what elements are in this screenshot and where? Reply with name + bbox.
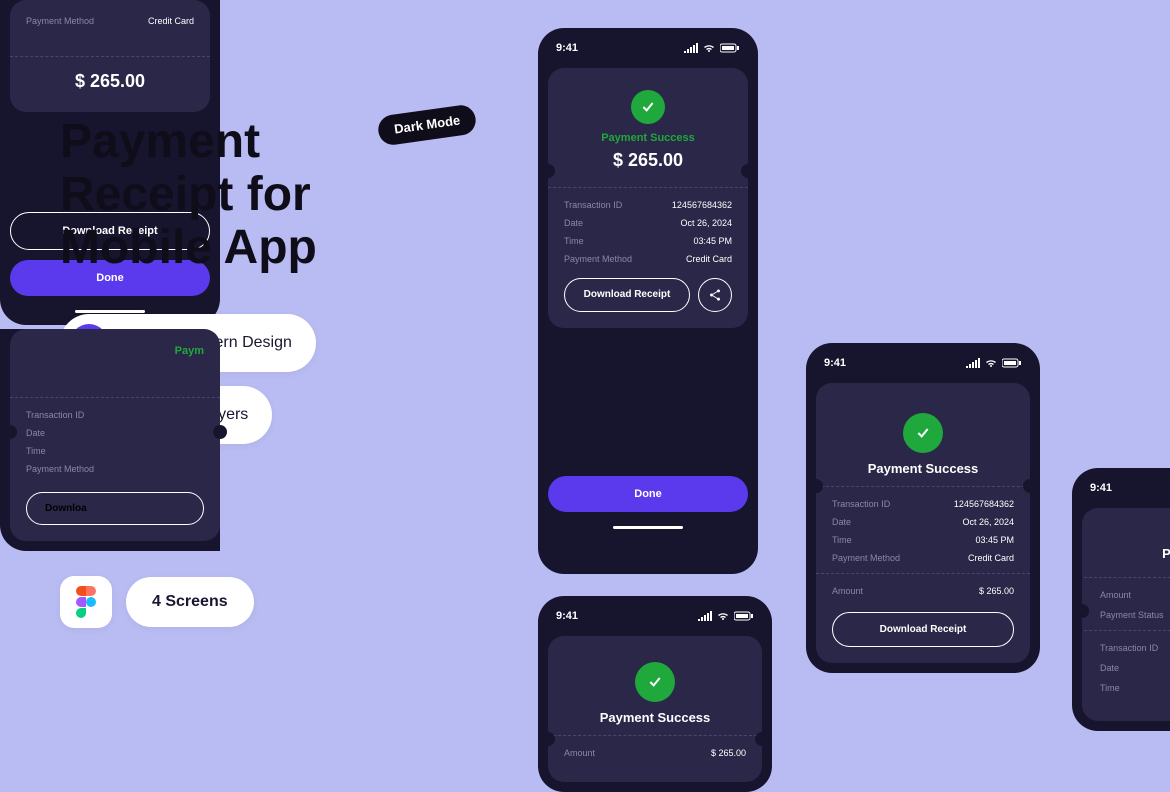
- battery-icon: [720, 43, 740, 53]
- payment-success-label: Payment Success: [832, 461, 1014, 476]
- download-receipt-button[interactable]: Downloa: [26, 492, 204, 525]
- phone-mockup-main: 9:41 Payment Success $ 265.00 Transactio…: [538, 28, 758, 574]
- download-receipt-button[interactable]: Download Receipt: [564, 278, 690, 312]
- signal-icon: [698, 611, 712, 621]
- row-value: Oct 26, 2024: [680, 218, 732, 228]
- divider: [1084, 630, 1170, 631]
- success-check-icon: [635, 662, 675, 702]
- row-key: Transaction ID: [1100, 643, 1158, 653]
- statusbar-time: 9:41: [556, 610, 578, 622]
- home-indicator: [613, 526, 683, 529]
- row-key: Time: [832, 535, 852, 545]
- row-value: Credit Card: [968, 553, 1014, 563]
- battery-icon: [1002, 358, 1022, 368]
- row-key: Date: [1100, 663, 1119, 673]
- amount-value: $ 265.00: [564, 150, 732, 171]
- row-value: 124567684362: [672, 200, 732, 210]
- statusbar-icons: [698, 611, 754, 621]
- row-key: Payment Method: [26, 464, 94, 474]
- wifi-icon: [984, 358, 998, 368]
- screens-count-pill: 4 Screens: [126, 577, 254, 627]
- signal-icon: [684, 43, 698, 53]
- phone-mockup-variant-right: Paym Transaction ID Date Time Payment Me…: [0, 329, 220, 551]
- statusbar-time: 9:41: [556, 42, 578, 54]
- wifi-icon: [702, 43, 716, 53]
- receipt-card: Payment Success Transaction ID 1245676843…: [816, 383, 1030, 663]
- row-value: Oct 26, 2024: [962, 517, 1014, 527]
- row-key: Date: [564, 218, 583, 228]
- divider: [10, 56, 210, 57]
- phone-mockup-variant-4: 9:41 Payme Amount Payment Status Transac…: [1072, 468, 1170, 731]
- battery-icon: [734, 611, 754, 621]
- payment-success-label: Paym: [26, 345, 204, 357]
- phone-mockup-variant-3: 9:41 Payment Success Amount $ 265.00: [538, 596, 772, 792]
- row-key: Time: [1100, 683, 1120, 693]
- divider: [10, 397, 220, 398]
- row-key: Payment Method: [564, 254, 632, 264]
- row-key: Payment Method: [832, 553, 900, 563]
- divider: [1084, 577, 1170, 578]
- receipt-card: Paym Transaction ID Date Time Payment Me…: [10, 329, 220, 541]
- share-icon: [708, 288, 722, 302]
- dark-mode-badge: Dark Mode: [376, 103, 478, 147]
- receipt-card: Payment Success $ 265.00 Transaction ID 1…: [548, 68, 748, 328]
- row-value: 124567684362: [954, 499, 1014, 509]
- success-check-icon: [903, 413, 943, 453]
- row-key: Date: [832, 517, 851, 527]
- row-value: Credit Card: [148, 16, 194, 26]
- row-value: 03:45 PM: [693, 236, 732, 246]
- receipt-card: Payment Success Amount $ 265.00: [548, 636, 762, 782]
- download-receipt-button[interactable]: Download Receipt: [832, 612, 1014, 647]
- phone-mockup-variant-2: 9:41 Payment Success Transaction ID 12456…: [806, 343, 1040, 673]
- divider: [816, 486, 1030, 487]
- statusbar-time: 9:41: [824, 357, 846, 369]
- figma-badge: [60, 576, 112, 628]
- done-button[interactable]: Done: [548, 476, 748, 512]
- row-value: $ 265.00: [979, 586, 1014, 596]
- row-key: Amount: [1100, 590, 1131, 600]
- headline: Payment Dark Mode Receipt for Mobile App: [60, 116, 490, 274]
- row-key: Transaction ID: [564, 200, 622, 210]
- statusbar-icons: [684, 43, 740, 53]
- statusbar-icons: [966, 358, 1022, 368]
- headline-line-2: Receipt for: [60, 168, 311, 221]
- row-value: 03:45 PM: [975, 535, 1014, 545]
- receipt-card: Payme Amount Payment Status Transaction …: [1082, 508, 1170, 721]
- row-key: Payment Method: [26, 16, 94, 26]
- amount-value: $ 265.00: [26, 71, 194, 92]
- payment-success-label: Payme: [1100, 546, 1170, 561]
- headline-line-1: Payment: [60, 115, 260, 168]
- row-key: Transaction ID: [26, 410, 84, 420]
- row-key: Date: [26, 428, 45, 438]
- row-key: Amount: [832, 586, 863, 596]
- headline-line-3: Mobile App: [60, 221, 317, 274]
- share-button[interactable]: [698, 278, 732, 312]
- row-key: Time: [26, 446, 46, 456]
- divider: [548, 187, 748, 188]
- divider: [816, 573, 1030, 574]
- row-value: Credit Card: [686, 254, 732, 264]
- row-key: Amount: [564, 748, 595, 758]
- success-check-icon: [631, 90, 665, 124]
- receipt-card: Payment Method Credit Card $ 265.00: [10, 0, 210, 112]
- row-key: Transaction ID: [832, 499, 890, 509]
- signal-icon: [966, 358, 980, 368]
- figma-icon: [75, 586, 97, 618]
- payment-success-label: Payment Success: [564, 710, 746, 725]
- row-value: $ 265.00: [711, 748, 746, 758]
- divider: [548, 735, 762, 736]
- row-key: Payment Status: [1100, 610, 1164, 620]
- payment-success-label: Payment Success: [564, 132, 732, 144]
- wifi-icon: [716, 611, 730, 621]
- statusbar-time: 9:41: [1090, 482, 1112, 494]
- row-key: Time: [564, 236, 584, 246]
